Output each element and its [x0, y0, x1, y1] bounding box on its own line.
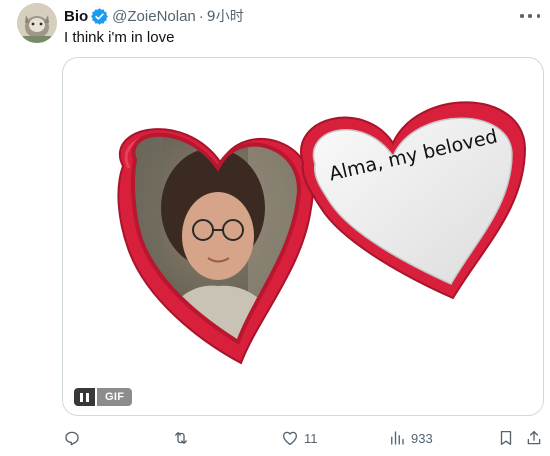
action-bar: 11 933 — [0, 428, 550, 448]
separator-dot: · — [198, 7, 204, 25]
retweet-button[interactable] — [172, 428, 190, 448]
retweet-icon — [175, 432, 187, 444]
verified-badge-icon — [91, 7, 109, 25]
tweet: Bio @ZoieNolan · 9小时 I think i'm in love — [0, 0, 550, 456]
tweet-text: I think i'm in love — [64, 29, 175, 46]
bookmark-button[interactable] — [497, 428, 515, 448]
media-gif[interactable]: Alma, my beloved GIF — [62, 57, 544, 416]
bookmark-icon — [500, 430, 512, 446]
gif-controls: GIF — [74, 388, 133, 406]
display-name[interactable]: Bio — [64, 8, 88, 25]
locket-illustration — [117, 101, 527, 365]
view-count: 933 — [411, 430, 433, 446]
reply-button[interactable] — [63, 428, 81, 448]
heart-icon — [282, 431, 298, 446]
gif-badge: GIF — [97, 388, 133, 406]
like-count: 11 — [304, 430, 318, 446]
tweet-header: Bio @ZoieNolan · 9小时 — [64, 6, 244, 26]
share-button[interactable] — [525, 428, 543, 448]
avatar[interactable] — [17, 3, 57, 43]
views-icon — [391, 431, 404, 445]
share-icon — [527, 430, 541, 445]
views-button[interactable]: 933 — [388, 428, 433, 448]
pause-button[interactable] — [74, 388, 95, 406]
reply-icon — [65, 431, 79, 446]
more-icon[interactable] — [520, 9, 540, 23]
timestamp[interactable]: 9小时 — [207, 6, 244, 26]
user-handle[interactable]: @ZoieNolan — [112, 8, 196, 25]
like-button[interactable]: 11 — [281, 428, 318, 448]
